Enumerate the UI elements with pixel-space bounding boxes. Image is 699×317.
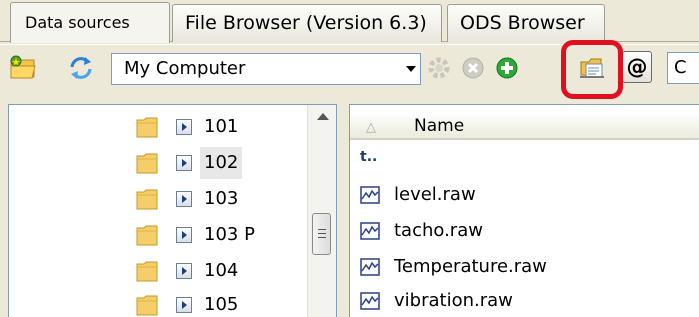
tree-item-label: 105 <box>204 294 239 315</box>
parent-directory-item[interactable]: t.. <box>360 149 377 165</box>
grip-line <box>318 233 326 234</box>
column-header-label: Name <box>414 116 465 136</box>
waveform-file-icon <box>360 258 380 276</box>
stop-icon[interactable] <box>458 53 488 83</box>
tree-item-selected[interactable]: 102 <box>9 147 309 179</box>
tree-item-label: 102 <box>200 147 243 179</box>
location-dropdown[interactable]: My Computer <box>111 53 421 85</box>
scroll-up-icon[interactable] <box>317 113 329 120</box>
tree-item[interactable]: 101 <box>9 111 309 143</box>
file-name: vibration.raw <box>394 290 513 311</box>
expand-arrow-icon[interactable] <box>176 297 192 313</box>
chevron-down-icon[interactable] <box>406 66 416 72</box>
column-header-name[interactable]: △ Name <box>350 113 699 140</box>
tree-item-label: 103 <box>204 188 239 209</box>
grip-line <box>318 237 326 238</box>
tree-item-label: 101 <box>204 116 239 137</box>
folder-icon <box>136 189 158 210</box>
scrollbar-thumb[interactable] <box>312 213 331 255</box>
location-value: My Computer <box>124 58 246 79</box>
refresh-icon[interactable] <box>66 53 96 83</box>
secondary-dropdown[interactable]: C <box>667 52 699 84</box>
folder-tree[interactable]: 101 102 103 103 P 104 105 <box>8 104 337 317</box>
tree-item[interactable]: 105 <box>9 289 309 317</box>
waveform-file-icon <box>360 186 380 204</box>
folder-icon <box>136 261 158 282</box>
tab-file-browser[interactable]: File Browser (Version 6.3) <box>172 4 442 42</box>
add-icon[interactable] <box>492 53 522 83</box>
tree-item-label: 103 P <box>204 224 255 245</box>
tab-strip: Data sources File Browser (Version 6.3) … <box>0 0 699 44</box>
grip-line <box>318 229 326 230</box>
sort-arrow-icon: △ <box>366 120 376 135</box>
file-name: tacho.raw <box>394 220 483 241</box>
expand-arrow-icon[interactable] <box>176 119 192 135</box>
folder-icon <box>136 117 158 138</box>
waveform-file-icon <box>360 292 380 310</box>
list-item[interactable]: Temperature.raw <box>350 251 699 283</box>
list-item[interactable]: tacho.raw <box>350 215 699 247</box>
list-item[interactable]: vibration.raw <box>350 285 699 317</box>
expand-arrow-icon[interactable] <box>176 155 192 171</box>
expand-arrow-icon[interactable] <box>176 191 192 207</box>
list-item[interactable]: level.raw <box>350 179 699 211</box>
file-list[interactable]: △ Name t.. level.raw tacho.raw Temperatu… <box>349 104 699 317</box>
expand-arrow-icon[interactable] <box>176 263 192 279</box>
file-name: Temperature.raw <box>394 256 547 277</box>
tree-item-label: 104 <box>204 260 239 281</box>
folder-icon <box>136 295 158 316</box>
file-name: level.raw <box>394 184 476 205</box>
panel-splitter[interactable] <box>337 104 349 317</box>
folder-icon <box>136 153 158 174</box>
folder-favorites-icon[interactable] <box>8 53 38 83</box>
folder-icon <box>136 225 158 246</box>
expand-arrow-icon[interactable] <box>176 227 192 243</box>
secondary-dropdown-value: C <box>674 57 687 78</box>
tab-data-sources[interactable]: Data sources <box>10 2 170 43</box>
tree-item[interactable]: 103 <box>9 183 309 215</box>
highlight-annotation <box>561 40 623 99</box>
tab-ods-browser[interactable]: ODS Browser <box>447 4 605 42</box>
settings-gear-icon[interactable] <box>424 53 454 83</box>
waveform-file-icon <box>360 222 380 240</box>
tree-scrollbar[interactable] <box>307 105 336 317</box>
tree-item[interactable]: 103 P <box>9 219 309 251</box>
at-sign-icon[interactable]: @ <box>622 51 652 83</box>
tree-item[interactable]: 104 <box>9 255 309 287</box>
